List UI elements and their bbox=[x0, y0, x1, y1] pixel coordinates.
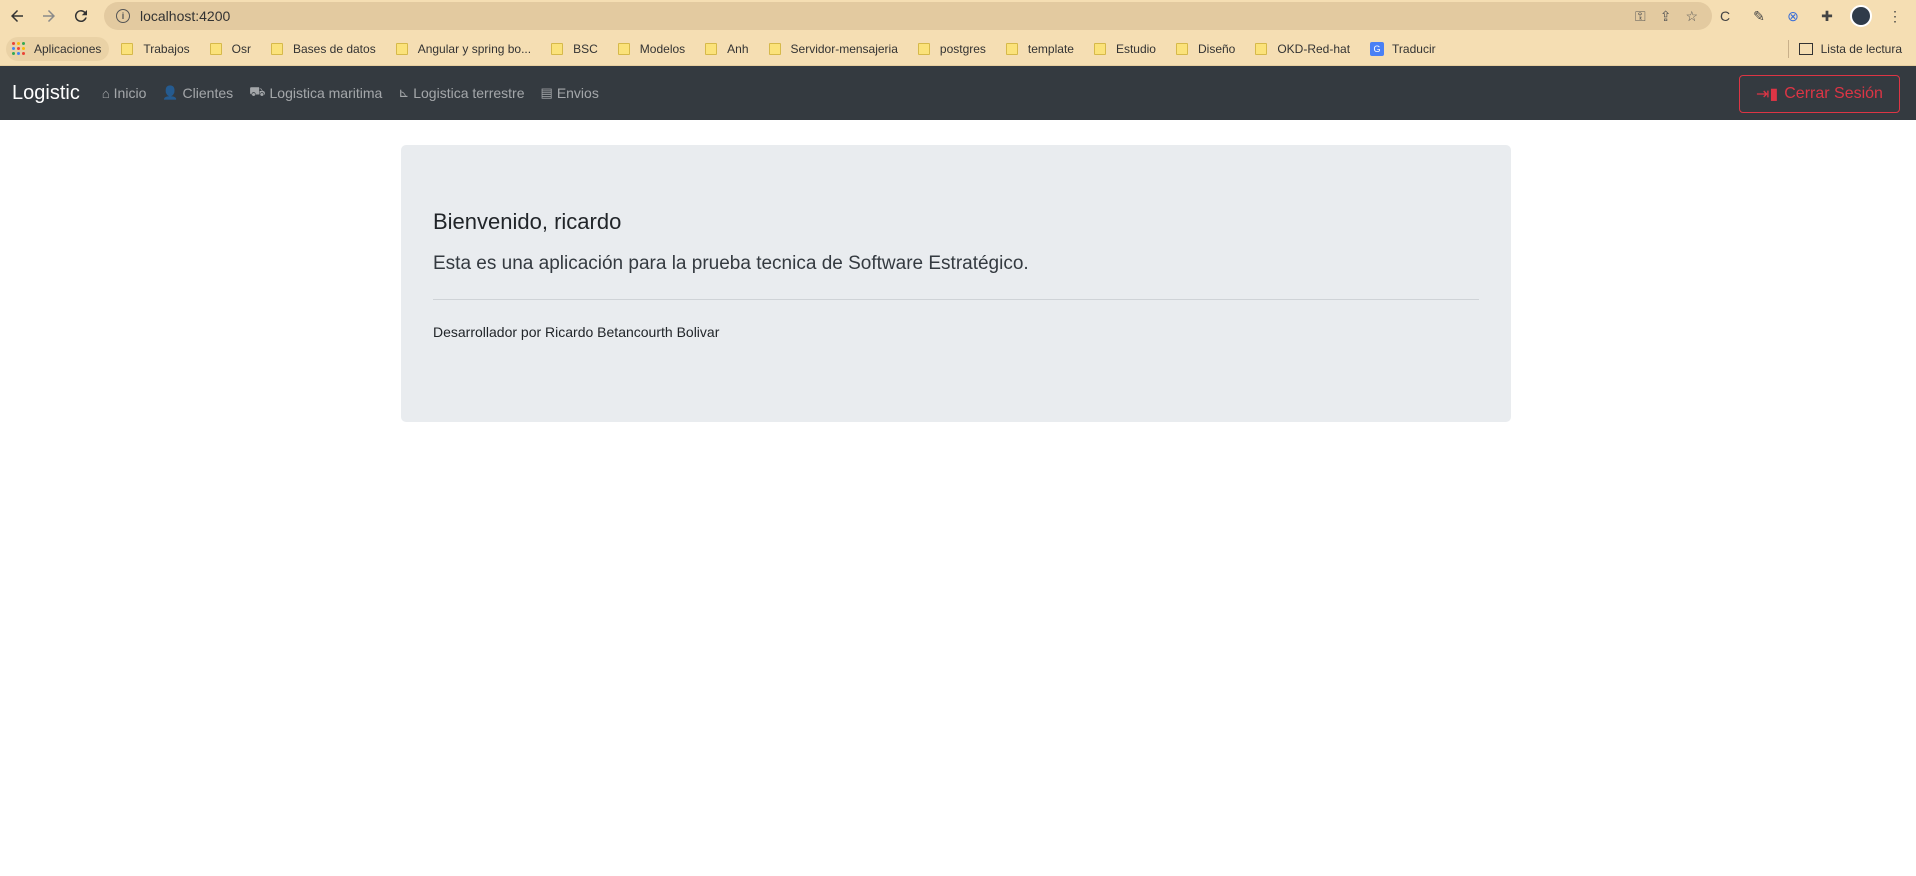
star-icon[interactable]: ☆ bbox=[1685, 8, 1698, 25]
welcome-title: Bienvenido, ricardo bbox=[433, 209, 622, 234]
bookmark-folder[interactable]: BSC bbox=[545, 37, 606, 61]
folder-icon bbox=[121, 42, 134, 55]
folder-icon bbox=[395, 42, 408, 55]
folder-icon bbox=[705, 42, 718, 55]
user-plus-icon: 👤 bbox=[162, 85, 179, 100]
divider bbox=[433, 299, 1479, 300]
reading-list-label: Lista de lectura bbox=[1820, 41, 1902, 56]
nav-label: Envios bbox=[556, 85, 599, 101]
bookmark-apps[interactable]: Aplicaciones bbox=[6, 36, 110, 61]
forward-button[interactable] bbox=[34, 1, 64, 31]
developer-credit: Desarrollador por Ricardo Betancourth Bo… bbox=[433, 324, 720, 340]
puzzle-icon[interactable]: ✚ bbox=[1816, 5, 1838, 27]
bookmark-label: BSC bbox=[573, 41, 598, 56]
bookmark-label: Angular y spring bo... bbox=[417, 41, 532, 56]
dolly-icon: ⊾ bbox=[398, 85, 410, 100]
folder-icon bbox=[917, 42, 930, 55]
back-button[interactable] bbox=[2, 1, 32, 31]
home-icon: ⌂ bbox=[101, 85, 110, 101]
bookmark-label: Trabajos bbox=[143, 41, 190, 56]
arrow-right-icon bbox=[43, 10, 55, 22]
folder-icon bbox=[209, 42, 222, 55]
bookmark-folder[interactable]: postgres bbox=[912, 37, 994, 61]
kebab-menu-icon[interactable]: ⋮ bbox=[1884, 5, 1906, 27]
folder-icon bbox=[551, 42, 564, 55]
avatar[interactable] bbox=[1850, 5, 1872, 27]
bookmark-folder[interactable]: template bbox=[1000, 37, 1082, 61]
folder-icon bbox=[617, 42, 630, 55]
bookmark-label: template bbox=[1027, 41, 1074, 56]
nav-inicio[interactable]: ⌂ Inicio bbox=[102, 85, 147, 101]
browser-toolbar: i localhost:4200 ⚿ ⇪ ☆ C ✎ ⊗ ✚ ⋮ bbox=[0, 0, 1916, 32]
folder-icon bbox=[1093, 42, 1106, 55]
reading-list-icon bbox=[1798, 42, 1813, 55]
nav-label: Inicio bbox=[113, 85, 147, 101]
logout-label: Cerrar Sesión bbox=[1784, 85, 1883, 102]
bookmark-folder[interactable]: Trabajos bbox=[115, 37, 197, 61]
bookmark-label: Bases de datos bbox=[292, 41, 376, 56]
bookmark-translate[interactable]: G Traducir bbox=[1364, 37, 1444, 61]
bookmarks-bar: Aplicaciones Trabajos Osr Bases de datos… bbox=[0, 32, 1916, 66]
bookmark-label: Modelos bbox=[639, 41, 686, 56]
truck-icon: ⛟ bbox=[249, 84, 266, 99]
bookmark-folder[interactable]: Angular y spring bo... bbox=[390, 37, 539, 61]
address-bar[interactable]: i localhost:4200 ⚿ ⇪ ☆ bbox=[104, 2, 1712, 30]
bookmark-label: Anh bbox=[727, 41, 749, 56]
bookmark-folder[interactable]: Estudio bbox=[1088, 37, 1164, 61]
nav-label: Logistica terrestre bbox=[413, 85, 525, 101]
bookmark-folder[interactable]: Servidor-mensajeria bbox=[763, 37, 906, 61]
welcome-lead: Esta es una aplicación para la prueba te… bbox=[433, 253, 1029, 274]
nav-logistica-terrestre[interactable]: ⊾ Logistica terrestre bbox=[398, 85, 524, 101]
info-icon[interactable]: i bbox=[116, 9, 130, 23]
bookmark-label: Traducir bbox=[1392, 41, 1436, 56]
bookmark-label: Estudio bbox=[1115, 41, 1156, 56]
bookmark-label: OKD-Red-hat bbox=[1277, 41, 1351, 56]
bookmark-label: Aplicaciones bbox=[34, 41, 102, 56]
bookmark-folder[interactable]: Modelos bbox=[612, 37, 693, 61]
eyedropper-icon[interactable]: ✎ bbox=[1748, 5, 1770, 27]
folder-icon bbox=[1005, 42, 1018, 55]
bookmark-folder[interactable]: Diseño bbox=[1170, 37, 1243, 61]
nav-label: Clientes bbox=[182, 85, 234, 101]
bookmark-folder[interactable]: Bases de datos bbox=[265, 37, 384, 61]
folder-icon bbox=[1255, 42, 1268, 55]
reload-icon bbox=[74, 10, 87, 23]
nav-clientes[interactable]: 👤 Clientes bbox=[162, 85, 233, 101]
bookmark-label: Osr bbox=[231, 41, 251, 56]
nav-logistica-maritima[interactable]: ⛟ Logistica maritima bbox=[249, 84, 382, 102]
url-text: localhost:4200 bbox=[140, 8, 231, 24]
extension-c-icon[interactable]: C bbox=[1714, 5, 1736, 27]
brand[interactable]: Logistic bbox=[12, 82, 80, 105]
nav-envios[interactable]: ▤ Envios bbox=[541, 85, 599, 101]
sign-out-icon: ⇥▮ bbox=[1756, 86, 1779, 103]
folder-icon bbox=[1175, 42, 1188, 55]
divider bbox=[1787, 39, 1789, 58]
logout-button[interactable]: ⇥▮ Cerrar Sesión bbox=[1739, 75, 1900, 113]
bookmark-label: Servidor-mensajeria bbox=[790, 41, 898, 56]
welcome-jumbotron: Bienvenido, ricardo Esta es una aplicaci… bbox=[401, 145, 1511, 422]
folder-icon bbox=[768, 42, 781, 55]
reload-button[interactable] bbox=[66, 1, 96, 31]
bookmark-label: postgres bbox=[939, 41, 986, 56]
reading-list[interactable]: Lista de lectura bbox=[1787, 39, 1916, 58]
bookmark-folder[interactable]: OKD-Red-hat bbox=[1249, 37, 1358, 61]
translate-icon: G bbox=[1370, 41, 1385, 56]
clipboard-icon: ▤ bbox=[540, 85, 553, 100]
arrow-left-icon bbox=[11, 10, 23, 22]
app-navbar: Logistic ⌂ Inicio 👤 Clientes ⛟ Logistica ma… bbox=[0, 66, 1916, 120]
bookmark-folder[interactable]: Osr bbox=[204, 37, 259, 61]
apps-grid-icon bbox=[12, 41, 26, 56]
extension-globe-icon[interactable]: ⊗ bbox=[1782, 5, 1804, 27]
key-icon[interactable]: ⚿ bbox=[1635, 8, 1646, 25]
share-icon[interactable]: ⇪ bbox=[1660, 8, 1672, 25]
bookmark-label: Diseño bbox=[1197, 41, 1236, 56]
folder-icon bbox=[270, 42, 283, 55]
nav-label: Logistica maritima bbox=[269, 85, 383, 101]
bookmark-folder[interactable]: Anh bbox=[699, 37, 756, 61]
